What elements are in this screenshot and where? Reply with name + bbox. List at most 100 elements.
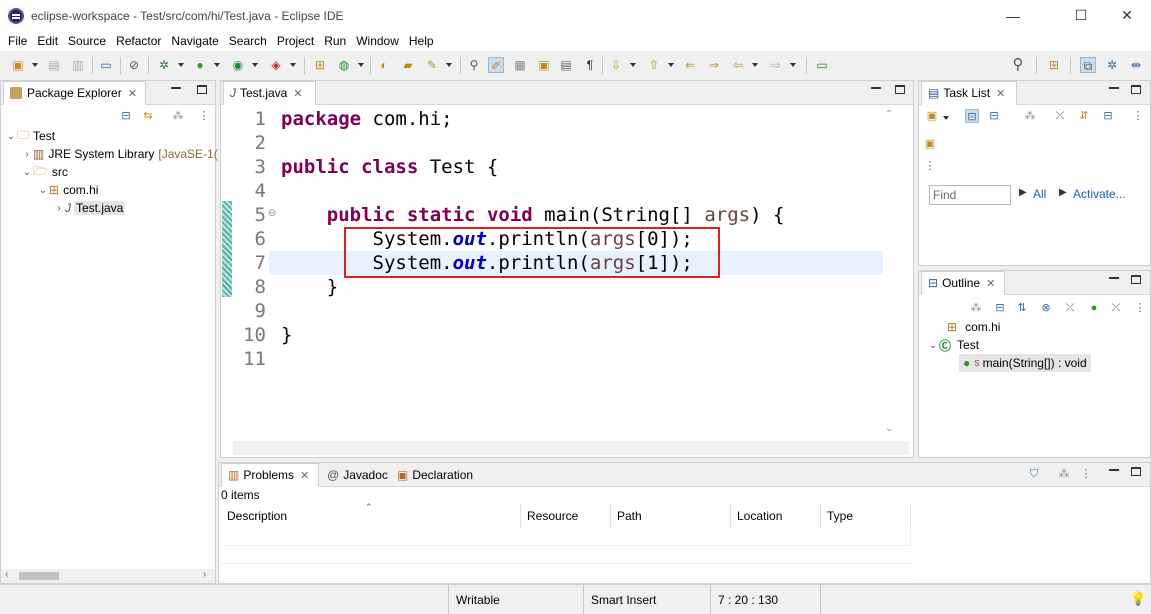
new-class-dropdown-icon[interactable] [358,63,364,67]
close-icon[interactable]: ✕ [128,87,137,100]
close-icon[interactable]: ✕ [293,87,302,100]
column-resource[interactable]: Resource [521,504,611,528]
menu-refactor[interactable]: Refactor [111,34,166,48]
minimize-view-icon[interactable] [1109,277,1119,279]
menu-navigate[interactable]: Navigate [166,34,223,48]
collapsed-arrow-icon[interactable]: › [21,149,33,160]
open-task-icon[interactable]: ✎ [424,57,440,73]
close-button[interactable]: ✕ [1104,0,1150,31]
tab-test-java[interactable]: J Test.java ✕ [223,81,316,105]
previous-annotation-dropdown-icon[interactable] [668,63,674,67]
expanded-arrow-icon[interactable]: ⌄ [37,185,49,196]
menu-file[interactable]: File [3,34,32,48]
outline-item-package[interactable]: ⊞ com.hi [947,318,1000,336]
previous-annotation-icon[interactable]: ⇧ [646,57,662,73]
tab-task-list[interactable]: ▤ Task List ✕ [921,81,1017,105]
expanded-arrow-icon[interactable]: ⌄ [21,167,33,178]
skip-breakpoints-icon[interactable]: ⊘ [126,57,142,73]
terminal-icon[interactable]: ▭ [98,57,114,73]
editor-horizontal-scrollbar[interactable] [233,441,909,455]
external-tools-dropdown-icon[interactable] [290,63,296,67]
hide-fields-icon[interactable]: ⊗ [1039,301,1053,315]
menu-run[interactable]: Run [319,34,351,48]
java-perspective-icon[interactable]: ⧉ [1080,57,1096,73]
back-dropdown-icon[interactable] [752,63,758,67]
view-menu-icon[interactable]: ⋮ [197,109,211,123]
scroll-thumb[interactable] [19,572,59,580]
new-package-icon[interactable]: ⊞ [312,57,328,73]
forward-dropdown-icon[interactable] [790,63,796,67]
view-menu-icon[interactable]: ⋮ [1131,109,1145,123]
debug-perspective-icon[interactable]: ✲ [1104,57,1120,73]
hide-completed-icon[interactable]: ⤫ [1053,109,1067,123]
maximize-view-icon[interactable] [1131,275,1141,284]
show-whitespace-icon[interactable]: ▤ [558,57,574,73]
fold-toggle-icon[interactable]: ⊖ [268,208,276,219]
open-task-dropdown-icon[interactable] [446,63,452,67]
menu-search[interactable]: Search [224,34,272,48]
maximize-view-icon[interactable] [197,85,207,94]
link-with-editor-icon[interactable]: ⇆ [141,109,155,123]
hide-local-types-icon[interactable]: ⤫ [1109,301,1123,315]
scroll-left-icon[interactable]: ‹ [5,569,8,580]
collapse-all-icon[interactable]: ⊟ [993,301,1007,315]
column-type[interactable]: Type [821,504,911,528]
coverage-dropdown-icon[interactable] [252,63,258,67]
debug-icon[interactable]: ✲ [156,57,172,73]
more-icon[interactable]: ⋮ [923,159,937,173]
external-tools-icon[interactable]: ◈ [268,57,284,73]
tab-package-explorer[interactable]: Package Explorer ✕ [3,81,146,105]
outline-item-class[interactable]: ⌄ Ⓒ Test [927,336,979,354]
minimize-button[interactable]: — [990,0,1036,31]
hide-static-icon[interactable]: ⤫ [1063,301,1077,315]
view-menu-icon[interactable]: ⋮ [1133,301,1147,315]
run-dropdown-icon[interactable] [214,63,220,67]
open-perspective-icon[interactable]: ⊞ [1046,57,1062,73]
hide-nonpublic-icon[interactable]: ● [1087,301,1101,315]
tree-package-com-hi[interactable]: ⌄ ⊞ com.hi [37,181,99,199]
tab-declaration[interactable]: ▣ Declaration [391,463,479,487]
menu-window[interactable]: Window [351,34,404,48]
filter-icon[interactable]: ⛉ [1027,467,1041,481]
expanded-arrow-icon[interactable]: ⌄ [927,340,939,351]
code-editor[interactable]: 1 2 3 4 5 6 7 8 9 10 11 ⊖ package com.hi… [233,108,883,440]
menu-project[interactable]: Project [272,34,319,48]
block-selection-icon[interactable]: ▦ [512,57,528,73]
focus-icon[interactable]: ⁂ [969,301,983,315]
toggle-breadcrumb-icon[interactable]: ▣ [536,57,552,73]
tree-file-test-java[interactable]: › J Test.java [53,199,126,217]
next-annotation-icon[interactable]: ⇩ [608,57,624,73]
focus-icon[interactable]: ⁂ [1023,109,1037,123]
menu-edit[interactable]: Edit [32,34,63,48]
scheduled-icon[interactable]: ⊟ [987,109,1001,123]
sort-icon[interactable]: ⇅ [1015,301,1029,315]
save-icon[interactable]: ▤ [46,57,62,73]
tab-javadoc[interactable]: @ Javadoc [321,463,394,487]
minimize-view-icon[interactable] [1109,469,1119,471]
new-class-icon[interactable]: ◍ [336,57,352,73]
forward-edit-icon[interactable]: ⇒ [706,57,722,73]
menu-source[interactable]: Source [63,34,111,48]
maximize-view-icon[interactable] [1131,85,1141,94]
view-menu-icon[interactable]: ⋮ [1079,467,1093,481]
find-field[interactable]: Find [929,185,1011,205]
scroll-down-icon[interactable]: ⌄ [885,423,893,434]
search-icon[interactable]: ⚲ [1010,57,1026,73]
maximize-button[interactable]: ☐ [1058,0,1104,31]
repository-icon[interactable]: ▣ [923,137,937,151]
expanded-arrow-icon[interactable]: ⌄ [5,131,17,142]
new-icon[interactable]: ▣ [10,57,26,73]
minimize-view-icon[interactable] [1109,87,1119,89]
column-path[interactable]: Path [611,504,731,528]
new-task-dropdown-icon[interactable] [943,116,949,120]
search-tool-icon[interactable]: ⚲ [466,57,482,73]
outline-item-method[interactable]: ● S main(String[]) : void [959,354,1091,372]
collapse-all-icon[interactable]: ⊟ [1101,109,1115,123]
collapse-all-icon[interactable]: ⊟ [119,109,133,123]
forward-icon[interactable]: ⇨ [768,57,784,73]
tab-problems[interactable]: ▥ Problems ✕ [221,463,319,487]
back-icon[interactable]: ⇦ [730,57,746,73]
pilcrow-icon[interactable]: ¶ [582,57,598,73]
close-icon[interactable]: ✕ [986,277,995,290]
run-icon[interactable]: ● [192,57,208,73]
